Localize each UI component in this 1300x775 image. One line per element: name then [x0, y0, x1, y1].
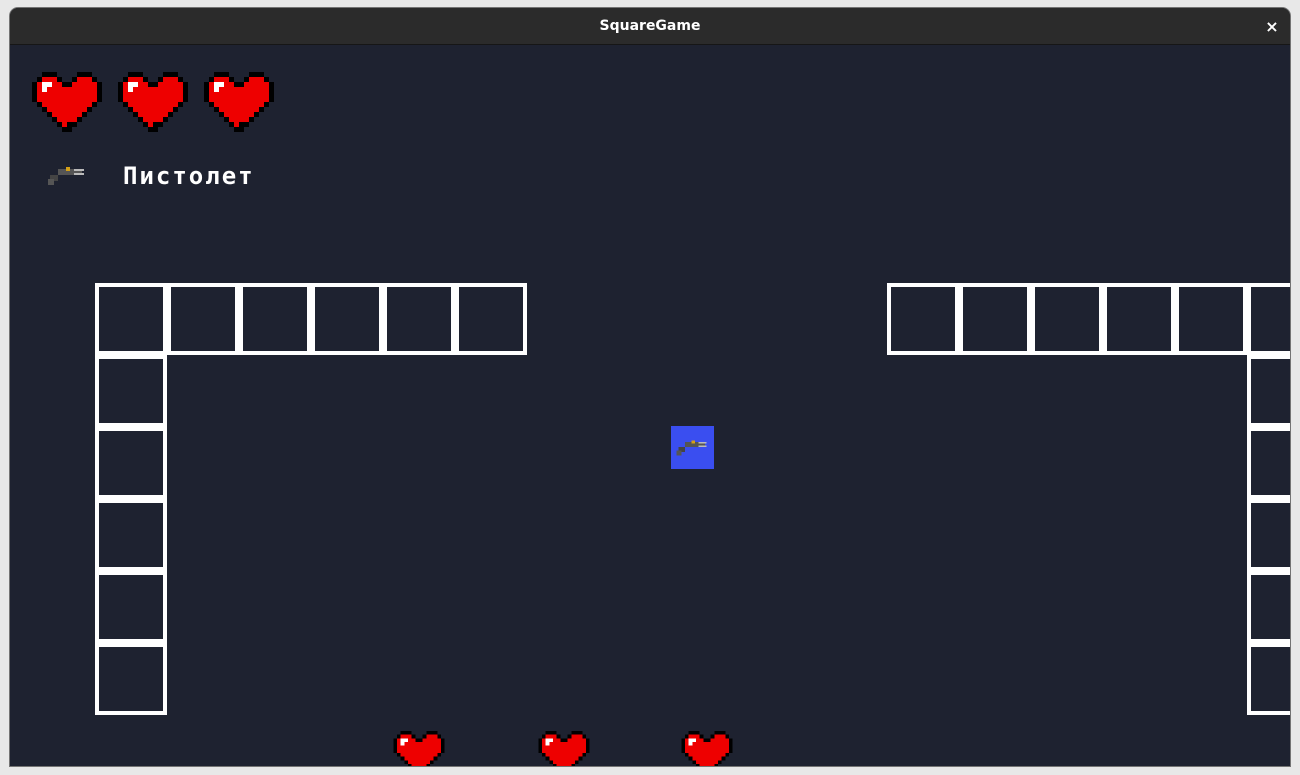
game-canvas[interactable]: Пистолет [10, 45, 1290, 766]
heart-pickup [681, 731, 733, 766]
heart-icon [32, 72, 102, 132]
wall-block [887, 283, 959, 355]
close-icon: × [1265, 16, 1279, 36]
heart-pickup [393, 731, 445, 766]
heart-icon [204, 72, 274, 132]
pistol-icon [48, 167, 84, 185]
heart-icon [118, 72, 188, 132]
window-title: SquareGame [599, 18, 701, 34]
wall-block [95, 571, 167, 643]
wall-block [1031, 283, 1103, 355]
wall-block [1175, 283, 1247, 355]
wall-block [1103, 283, 1175, 355]
weapon-name: Пистолет [123, 162, 255, 190]
wall-block [383, 283, 455, 355]
wall-block [1247, 571, 1290, 643]
wall-block [95, 283, 167, 355]
pistol-icon [676, 440, 707, 456]
wall-block [1247, 283, 1290, 355]
wall-block [1247, 355, 1290, 427]
wall-block [95, 355, 167, 427]
wall-block [95, 643, 167, 715]
wall-block [1247, 643, 1290, 715]
wall-block [167, 283, 239, 355]
wall-block [1247, 499, 1290, 571]
wall-block [95, 499, 167, 571]
close-button[interactable]: × [1262, 16, 1282, 36]
wall-block [455, 283, 527, 355]
player-square [671, 426, 714, 469]
wall-block [239, 283, 311, 355]
game-window: SquareGame × Пистолет [10, 8, 1290, 766]
window-titlebar: SquareGame × [10, 8, 1290, 45]
wall-block [1247, 427, 1290, 499]
wall-block [311, 283, 383, 355]
wall-block [959, 283, 1031, 355]
wall-block [95, 427, 167, 499]
heart-pickup [538, 731, 590, 766]
